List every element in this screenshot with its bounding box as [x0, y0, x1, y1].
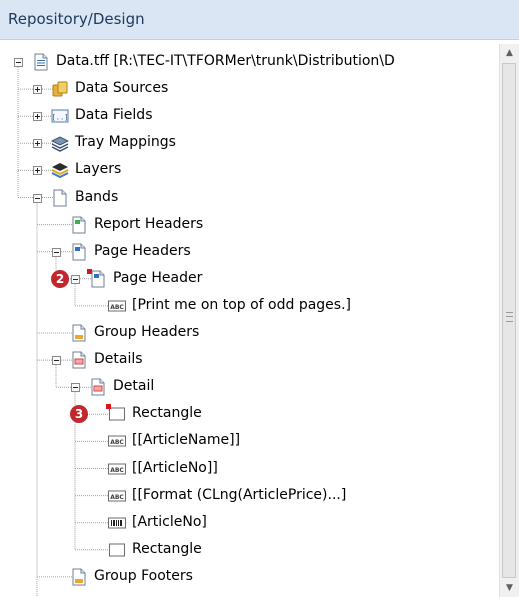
tree-item[interactable]: Layers — [4, 160, 499, 180]
grip-icon — [506, 312, 513, 322]
tray-icon — [50, 134, 70, 153]
collapse-icon[interactable] — [52, 356, 61, 366]
database-icon — [51, 80, 69, 98]
tree-item[interactable]: [ArticleNo] — [4, 513, 499, 533]
scroll-down-button[interactable]: ▼ — [500, 579, 519, 597]
tree-item-label: Bands — [75, 188, 119, 205]
tree-item-label: Detail — [113, 378, 155, 395]
band-green-icon — [70, 216, 88, 234]
tree-item-label: Layers — [75, 161, 122, 178]
text-field-icon: ABC — [108, 460, 126, 478]
scroll-thumb[interactable] — [502, 63, 516, 578]
expand-icon[interactable] — [33, 85, 42, 95]
text-field-icon: ABC — [108, 487, 126, 505]
tree-item-label: Page Headers — [94, 242, 191, 259]
tree-item-label: Details — [94, 351, 143, 368]
svg-text:ABC: ABC — [110, 304, 124, 311]
tree-item[interactable]: Data.tff [R:\TEC-IT\TFORMer\trunk\Distri… — [4, 52, 499, 72]
tree-item[interactable]: Details — [4, 350, 499, 370]
expand-icon[interactable] — [33, 139, 42, 149]
svg-text:[..]: [..] — [52, 114, 69, 122]
tree-item-label: Rectangle — [132, 405, 202, 422]
collapse-icon[interactable] — [33, 193, 42, 203]
document-icon — [32, 53, 50, 71]
data-field-icon: [..] — [51, 107, 69, 125]
tree-item-label: Data.tff [R:\TEC-IT\TFORMer\trunk\Distri… — [56, 53, 395, 69]
tree-item-label: Report Headers — [94, 215, 204, 232]
tree-item[interactable]: ABC [[ArticleNo]] — [4, 459, 499, 479]
scroll-up-button[interactable]: ▲ — [500, 44, 519, 62]
expand-icon[interactable] — [33, 166, 42, 176]
band-orange-icon — [70, 568, 88, 586]
collapse-icon[interactable] — [14, 58, 23, 67]
tree-item-label: Data Fields — [75, 107, 153, 124]
tree-item-label: Page Header — [113, 269, 203, 286]
collapse-icon[interactable] — [71, 383, 80, 393]
layers-icon — [51, 161, 69, 179]
repository-design-panel: Repository/Design Data.tff [R:\TEC-IT\TF… — [0, 0, 519, 597]
panel-title: Repository/Design — [8, 10, 145, 28]
collapse-icon[interactable] — [71, 274, 80, 284]
svg-text:ABC: ABC — [110, 467, 124, 474]
tree-item[interactable]: Group Headers — [4, 323, 499, 343]
tree-item[interactable]: Data Sources — [4, 79, 499, 99]
tree-item[interactable]: Bands — [4, 188, 499, 208]
tree-item-label: Tray Mappings — [75, 134, 176, 151]
tree-item[interactable]: Report Headers — [4, 215, 499, 235]
tree-item-label: [[ArticleName]] — [132, 432, 241, 449]
tree-item-label: [ArticleNo] — [132, 513, 207, 530]
vertical-scrollbar[interactable]: ▲ ▼ — [499, 44, 519, 597]
band-blue-icon — [70, 243, 88, 261]
tree-item-label: Group Headers — [94, 324, 200, 340]
text-field-icon: ABC — [108, 297, 126, 315]
tree-item-label: [[ArticleNo]] — [132, 459, 218, 476]
selection-marker-icon — [106, 404, 111, 410]
tree-view[interactable]: Data.tff [R:\TEC-IT\TFORMer\trunk\Distri… — [4, 44, 499, 597]
tree-item-label: Rectangle — [132, 540, 202, 557]
panel-titlebar: Repository/Design — [0, 0, 519, 40]
tree-item[interactable]: 2 Page Header — [4, 268, 499, 289]
barcode-icon — [108, 514, 126, 532]
tree-item[interactable]: [..] Data Fields — [4, 106, 499, 126]
tree-item[interactable]: Group Footers — [4, 567, 499, 587]
expand-icon[interactable] — [33, 112, 42, 122]
tree-item[interactable]: 3 Rectangle — [4, 404, 499, 424]
tree-item[interactable]: Tray Mappings — [4, 133, 499, 153]
band-orange-icon — [70, 324, 88, 342]
tree-item-label: Data Sources — [75, 80, 169, 97]
selection-marker-icon — [87, 268, 92, 274]
band-red-icon — [70, 351, 88, 369]
tree-item[interactable]: ABC [[ArticleName]] — [4, 431, 499, 451]
collapse-icon[interactable] — [52, 247, 61, 257]
text-field-icon: ABC — [108, 432, 126, 450]
tree-item[interactable]: Page Headers — [4, 242, 499, 262]
tree-item[interactable]: Rectangle — [4, 540, 499, 560]
callout-badge: 2 — [51, 269, 69, 288]
tree-item-label: [[Format (CLng(ArticlePrice)...] — [132, 486, 347, 503]
tree-item[interactable]: ABC [Print me on top of odd pages.] — [4, 296, 499, 316]
rectangle-icon — [108, 541, 126, 559]
page-icon — [51, 189, 69, 207]
svg-text:ABC: ABC — [110, 439, 124, 446]
tree-item[interactable]: Detail — [4, 377, 499, 397]
band-red-icon — [89, 378, 107, 396]
tree-item[interactable]: ABC [[Format (CLng(ArticlePrice)...] — [4, 486, 499, 506]
tree-item-label: [Print me on top of odd pages.] — [132, 296, 352, 313]
svg-text:ABC: ABC — [110, 494, 124, 501]
tree-item-label: Group Footers — [94, 567, 193, 584]
callout-badge: 3 — [70, 405, 88, 424]
